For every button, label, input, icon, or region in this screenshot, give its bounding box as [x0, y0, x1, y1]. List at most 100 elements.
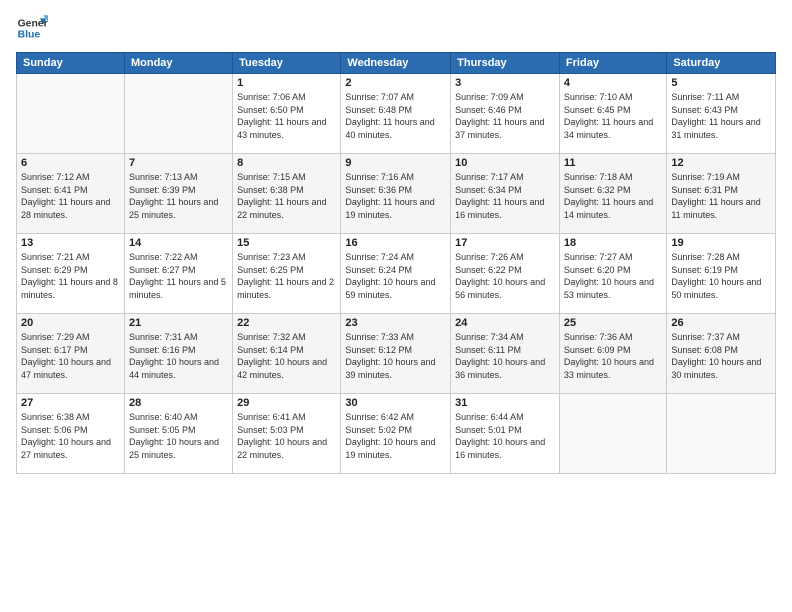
- day-number: 28: [129, 397, 228, 409]
- calendar-cell: 1 Sunrise: 7:06 AM Sunset: 6:50 PM Daylig…: [233, 74, 341, 154]
- day-info: Sunrise: 7:29 AM Sunset: 6:17 PM Dayligh…: [21, 331, 120, 381]
- day-info: Sunrise: 7:13 AM Sunset: 6:39 PM Dayligh…: [129, 171, 228, 221]
- header-sunday: Sunday: [17, 53, 125, 74]
- calendar-cell: 3Sunrise: 7:09 AM Sunset: 6:46 PM Daylig…: [451, 74, 560, 154]
- day-info: Sunrise: 7:23 AM Sunset: 6:25 PM Dayligh…: [237, 251, 336, 301]
- day-info: Sunrise: 7:34 AM Sunset: 6:11 PM Dayligh…: [455, 331, 555, 381]
- calendar-cell: 25Sunrise: 7:36 AM Sunset: 6:09 PM Dayli…: [559, 314, 666, 394]
- day-info: Sunrise: 7:17 AM Sunset: 6:34 PM Dayligh…: [455, 171, 555, 221]
- day-number: 1: [237, 77, 336, 89]
- calendar-cell: 23Sunrise: 7:33 AM Sunset: 6:12 PM Dayli…: [341, 314, 451, 394]
- calendar-cell: 5 Sunrise: 7:11 AM Sunset: 6:43 PM Daylig…: [667, 74, 776, 154]
- logo: General Blue: [16, 12, 48, 44]
- calendar-week-4: 20 Sunrise: 7:29 AM Sunset: 6:17 PM Dayli…: [17, 314, 776, 394]
- calendar-week-5: 27 Sunrise: 6:38 AM Sunset: 5:06 PM Dayli…: [17, 394, 776, 474]
- calendar-cell: 14 Sunrise: 7:22 AM Sunset: 6:27 PM Dayli…: [124, 234, 232, 314]
- day-number: 9: [345, 157, 446, 169]
- day-info: Sunrise: 6:41 AM Sunset: 5:03 PM Dayligh…: [237, 411, 336, 461]
- calendar-cell: 9 Sunrise: 7:16 AM Sunset: 6:36 PM Daylig…: [341, 154, 451, 234]
- calendar-cell: 17 Sunrise: 7:26 AM Sunset: 6:22 PM Dayli…: [451, 234, 560, 314]
- day-number: 14: [129, 237, 228, 249]
- calendar-cell: 29 Sunrise: 6:41 AM Sunset: 5:03 PM Dayli…: [233, 394, 341, 474]
- day-number: 26: [671, 317, 771, 329]
- day-info: Sunrise: 7:06 AM Sunset: 6:50 PM Dayligh…: [237, 91, 336, 141]
- calendar-cell: [124, 74, 232, 154]
- calendar-cell: 19 Sunrise: 7:28 AM Sunset: 6:19 PM Dayli…: [667, 234, 776, 314]
- day-info: Sunrise: 7:16 AM Sunset: 6:36 PM Dayligh…: [345, 171, 446, 221]
- calendar-cell: 31 Sunrise: 6:44 AM Sunset: 5:01 PM Dayli…: [451, 394, 560, 474]
- day-number: 20: [21, 317, 120, 329]
- calendar-cell: 28 Sunrise: 6:40 AM Sunset: 5:05 PM Dayli…: [124, 394, 232, 474]
- day-info: Sunrise: 6:40 AM Sunset: 5:05 PM Dayligh…: [129, 411, 228, 461]
- header-monday: Monday: [124, 53, 232, 74]
- svg-text:Blue: Blue: [18, 30, 41, 41]
- calendar-cell: [559, 394, 666, 474]
- day-number: 17: [455, 237, 555, 249]
- day-number: 19: [671, 237, 771, 249]
- calendar-cell: 30 Sunrise: 6:42 AM Sunset: 5:02 PM Dayli…: [341, 394, 451, 474]
- day-number: 13: [21, 237, 120, 249]
- calendar-cell: 22 Sunrise: 7:32 AM Sunset: 6:14 PM Dayli…: [233, 314, 341, 394]
- day-info: Sunrise: 7:22 AM Sunset: 6:27 PM Dayligh…: [129, 251, 228, 301]
- day-info: Sunrise: 7:15 AM Sunset: 6:38 PM Dayligh…: [237, 171, 336, 221]
- calendar-cell: 16 Sunrise: 7:24 AM Sunset: 6:24 PM Dayli…: [341, 234, 451, 314]
- calendar-cell: 15Sunrise: 7:23 AM Sunset: 6:25 PM Dayli…: [233, 234, 341, 314]
- day-info: Sunrise: 7:28 AM Sunset: 6:19 PM Dayligh…: [671, 251, 771, 301]
- calendar-cell: 4 Sunrise: 7:10 AM Sunset: 6:45 PM Daylig…: [559, 74, 666, 154]
- day-info: Sunrise: 7:33 AM Sunset: 6:12 PM Dayligh…: [345, 331, 446, 381]
- day-info: Sunrise: 7:31 AM Sunset: 6:16 PM Dayligh…: [129, 331, 228, 381]
- day-number: 6: [21, 157, 120, 169]
- calendar-cell: 18 Sunrise: 7:27 AM Sunset: 6:20 PM Dayli…: [559, 234, 666, 314]
- day-number: 27: [21, 397, 120, 409]
- day-number: 8: [237, 157, 336, 169]
- day-number: 24: [455, 317, 555, 329]
- day-number: 5: [671, 77, 771, 89]
- header-wednesday: Wednesday: [341, 53, 451, 74]
- calendar-cell: 20 Sunrise: 7:29 AM Sunset: 6:17 PM Dayli…: [17, 314, 125, 394]
- calendar-cell: 7Sunrise: 7:13 AM Sunset: 6:39 PM Daylig…: [124, 154, 232, 234]
- day-info: Sunrise: 7:12 AM Sunset: 6:41 PM Dayligh…: [21, 171, 120, 221]
- day-number: 30: [345, 397, 446, 409]
- day-info: Sunrise: 7:32 AM Sunset: 6:14 PM Dayligh…: [237, 331, 336, 381]
- header-friday: Friday: [559, 53, 666, 74]
- day-info: Sunrise: 7:09 AM Sunset: 6:46 PM Dayligh…: [455, 91, 555, 141]
- day-info: Sunrise: 6:38 AM Sunset: 5:06 PM Dayligh…: [21, 411, 120, 461]
- day-number: 31: [455, 397, 555, 409]
- header-saturday: Saturday: [667, 53, 776, 74]
- day-info: Sunrise: 7:27 AM Sunset: 6:20 PM Dayligh…: [564, 251, 662, 301]
- day-info: Sunrise: 7:26 AM Sunset: 6:22 PM Dayligh…: [455, 251, 555, 301]
- day-number: 18: [564, 237, 662, 249]
- calendar-cell: 13 Sunrise: 7:21 AM Sunset: 6:29 PM Dayli…: [17, 234, 125, 314]
- calendar-cell: 2 Sunrise: 7:07 AM Sunset: 6:48 PM Daylig…: [341, 74, 451, 154]
- day-number: 4: [564, 77, 662, 89]
- calendar-week-2: 6 Sunrise: 7:12 AM Sunset: 6:41 PM Daylig…: [17, 154, 776, 234]
- calendar-cell: 10Sunrise: 7:17 AM Sunset: 6:34 PM Dayli…: [451, 154, 560, 234]
- day-number: 29: [237, 397, 336, 409]
- day-info: Sunrise: 7:10 AM Sunset: 6:45 PM Dayligh…: [564, 91, 662, 141]
- calendar-cell: 12 Sunrise: 7:19 AM Sunset: 6:31 PM Dayli…: [667, 154, 776, 234]
- day-info: Sunrise: 7:11 AM Sunset: 6:43 PM Dayligh…: [671, 91, 771, 141]
- header-thursday: Thursday: [451, 53, 560, 74]
- calendar-cell: 21 Sunrise: 7:31 AM Sunset: 6:16 PM Dayli…: [124, 314, 232, 394]
- day-info: Sunrise: 7:24 AM Sunset: 6:24 PM Dayligh…: [345, 251, 446, 301]
- day-info: Sunrise: 6:44 AM Sunset: 5:01 PM Dayligh…: [455, 411, 555, 461]
- day-info: Sunrise: 7:07 AM Sunset: 6:48 PM Dayligh…: [345, 91, 446, 141]
- day-info: Sunrise: 7:21 AM Sunset: 6:29 PM Dayligh…: [21, 251, 120, 301]
- day-number: 21: [129, 317, 228, 329]
- day-number: 11: [564, 157, 662, 169]
- calendar-cell: 26Sunrise: 7:37 AM Sunset: 6:08 PM Dayli…: [667, 314, 776, 394]
- day-number: 12: [671, 157, 771, 169]
- day-number: 2: [345, 77, 446, 89]
- calendar-week-1: 1 Sunrise: 7:06 AM Sunset: 6:50 PM Daylig…: [17, 74, 776, 154]
- day-info: Sunrise: 7:19 AM Sunset: 6:31 PM Dayligh…: [671, 171, 771, 221]
- day-number: 16: [345, 237, 446, 249]
- calendar-cell: 24 Sunrise: 7:34 AM Sunset: 6:11 PM Dayli…: [451, 314, 560, 394]
- day-info: Sunrise: 7:36 AM Sunset: 6:09 PM Dayligh…: [564, 331, 662, 381]
- day-info: Sunrise: 7:18 AM Sunset: 6:32 PM Dayligh…: [564, 171, 662, 221]
- calendar-cell: 8 Sunrise: 7:15 AM Sunset: 6:38 PM Daylig…: [233, 154, 341, 234]
- logo-icon: General Blue: [16, 12, 48, 44]
- header-tuesday: Tuesday: [233, 53, 341, 74]
- calendar: SundayMondayTuesdayWednesdayThursdayFrid…: [16, 52, 776, 474]
- day-info: Sunrise: 6:42 AM Sunset: 5:02 PM Dayligh…: [345, 411, 446, 461]
- day-number: 22: [237, 317, 336, 329]
